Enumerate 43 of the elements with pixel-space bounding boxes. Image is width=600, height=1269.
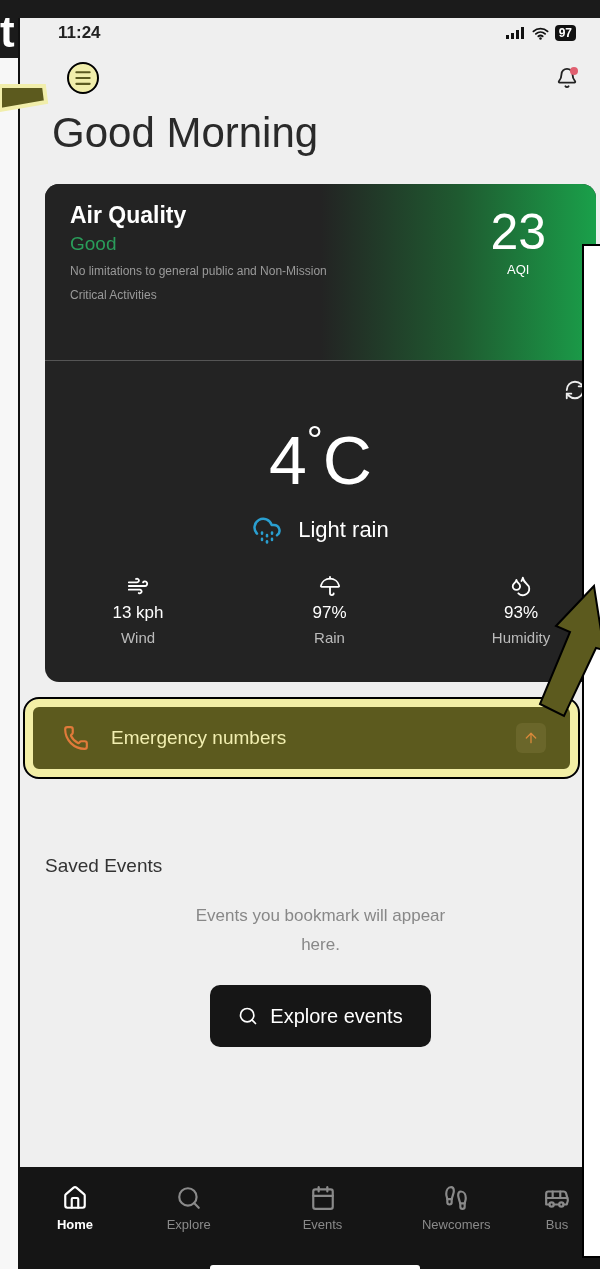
explore-events-button[interactable]: Explore events <box>210 985 431 1047</box>
signal-icon <box>505 27 526 39</box>
stat-value: 13 kph <box>112 603 164 623</box>
menu-pointer <box>0 84 49 113</box>
bell-icon <box>556 67 578 89</box>
footprints-icon <box>443 1185 470 1211</box>
emergency-numbers-button[interactable]: Emergency numbers <box>25 699 578 777</box>
empty-message: Events you bookmark will appear here. <box>194 905 447 956</box>
aqi-value: 23 <box>490 203 546 262</box>
rain-cloud-icon <box>252 515 283 545</box>
droplets-icon <box>510 575 532 597</box>
section-title: Saved Events <box>45 855 164 877</box>
annotation-label: t <box>0 18 18 58</box>
status-time: 11:24 <box>58 23 101 43</box>
wifi-icon <box>531 26 549 40</box>
stat-label: Rain <box>314 629 345 646</box>
phone-icon <box>63 725 89 751</box>
wind-icon <box>127 575 149 597</box>
nav-tab[interactable]: Newcomers <box>406 1185 507 1239</box>
notification-button[interactable] <box>556 67 578 89</box>
air-quality-status: Good <box>70 233 118 255</box>
stat-value: 93% <box>504 603 538 623</box>
stat-label: Humidity <box>491 629 551 646</box>
nav-tab[interactable]: Events <box>272 1185 373 1239</box>
aqi-label: AQI <box>507 262 530 277</box>
nav-tab[interactable]: Bus <box>540 1185 574 1239</box>
calendar-icon <box>309 1185 336 1211</box>
greeting-title: Good Morning <box>52 108 320 158</box>
weather-condition: Light rain <box>298 517 389 543</box>
nav-tab[interactable]: Home <box>45 1185 105 1239</box>
search-icon <box>175 1185 202 1211</box>
air-quality-title: Air Quality <box>70 202 188 229</box>
air-quality-description: No limitations to general public and Non-Mission Critical Activities <box>70 263 328 304</box>
nav-tab[interactable]: Explore <box>138 1185 239 1239</box>
temperature: 4$^{°}$C <box>269 417 372 500</box>
stat-label: Wind <box>120 629 156 646</box>
umbrella-icon <box>318 575 341 597</box>
menu-icon <box>73 68 93 88</box>
search-icon <box>238 1006 259 1026</box>
menu-button[interactable] <box>67 62 99 94</box>
stat-value: 97% <box>312 603 347 623</box>
home-icon <box>62 1185 88 1211</box>
battery-indicator: 97 <box>554 25 576 41</box>
